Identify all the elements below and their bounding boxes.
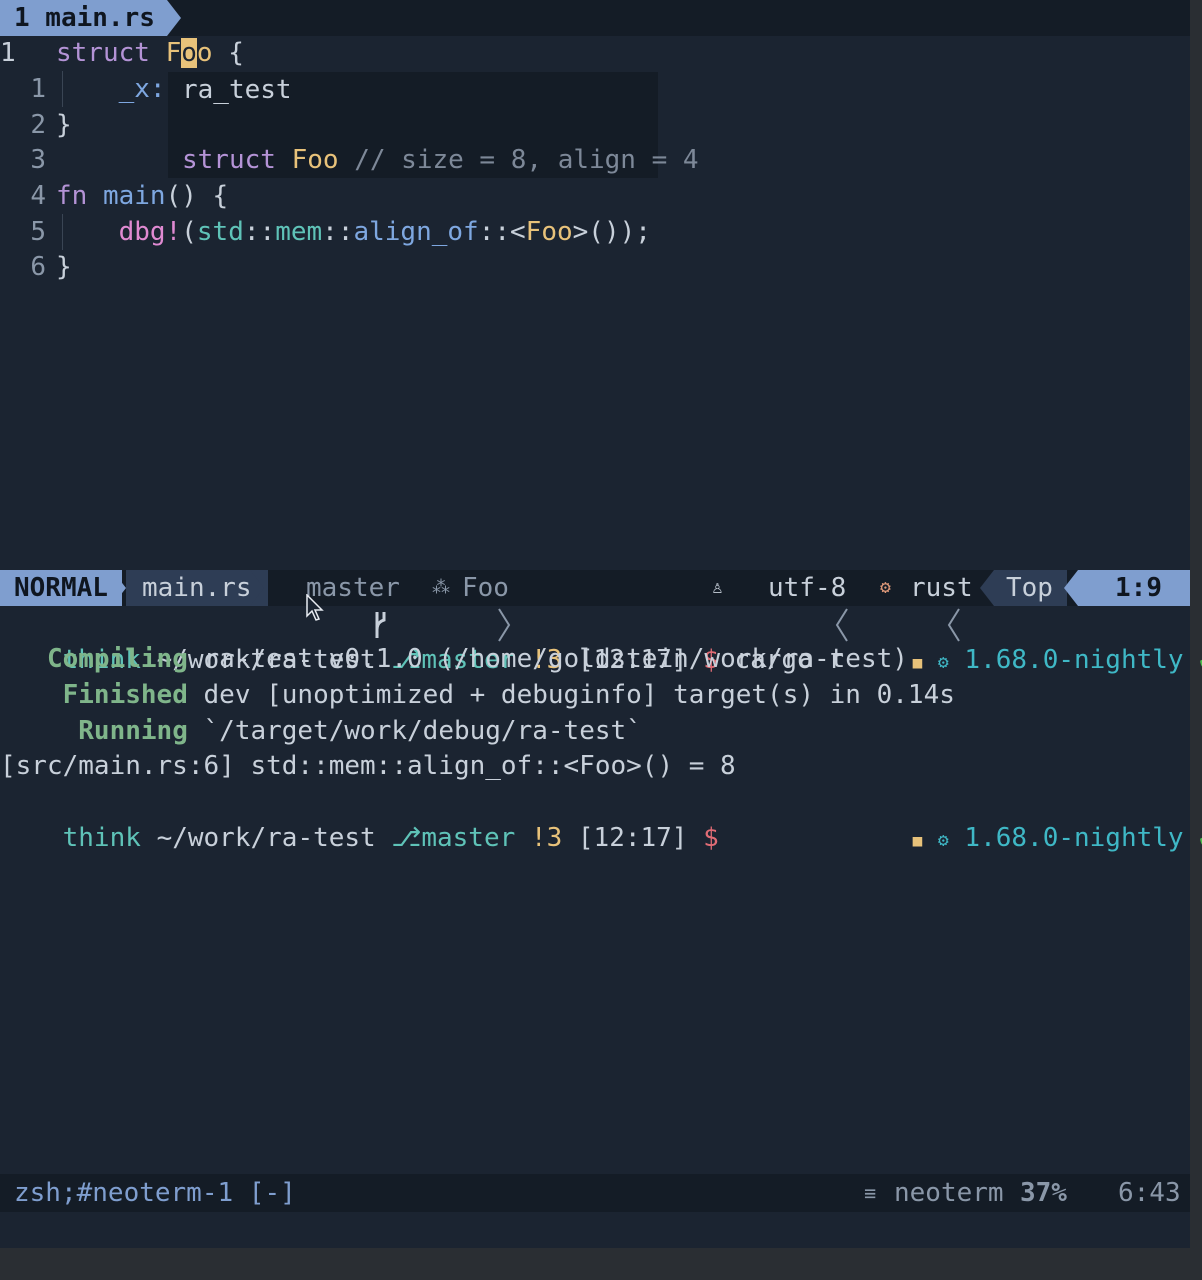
code-token: >()); [572, 217, 651, 247]
code-token: o [181, 38, 197, 68]
terminal-statusline: zsh;#neoterm-1 [-] ≡ neoterm 37% 6:43 [0, 1174, 1190, 1212]
code-token: :: [322, 217, 354, 247]
code-line[interactable]: 3 [0, 142, 56, 178]
code-token: dbg! [118, 217, 182, 247]
popup-sig-keyword: struct [182, 145, 276, 175]
prompt-host: think [62, 823, 141, 853]
line-number: 1 [30, 74, 46, 104]
toolchain-version: 1.68.0-nightly [964, 645, 1184, 675]
mode-separator [112, 570, 126, 606]
statusline-position-label: Top [994, 570, 1067, 606]
toolchain-version: 1.68.0-nightly [964, 823, 1184, 853]
prompt-path: ~/work/ra-test [156, 823, 376, 853]
output-text: `/target/work/debug/ra-test` [203, 716, 642, 746]
terminal-rprompt-2: ■ ⚙ 1.68.0-nightly ✔ ✲ [850, 784, 1202, 853]
mode-indicator: NORMAL [0, 570, 122, 606]
code-line[interactable]: 1 _x: [0, 71, 181, 107]
terminal-output-compiling: Compiling ra-test v0.1.0 (/home/goldstei… [0, 641, 908, 677]
line-number: 5 [30, 217, 46, 247]
indent-guide [62, 71, 63, 107]
code-token: ::< [478, 217, 526, 247]
line-number: 2 [30, 110, 46, 140]
file-separator [250, 570, 264, 606]
statusline: NORMAL main.rs master ⁂ Foo ♙ utf-8 ⚙ ru… [0, 570, 1190, 642]
output-label: Running [78, 716, 188, 746]
code-token: struct [56, 38, 166, 68]
line-number: 3 [30, 145, 46, 175]
symbol-tree-icon: ⁂ [432, 577, 450, 598]
code-token: } [56, 110, 72, 140]
list-icon: ≡ [864, 1181, 877, 1205]
rust-icon: ⚙ [937, 830, 949, 851]
code-line[interactable]: 2} [0, 107, 72, 143]
code-token: fn [56, 181, 103, 211]
code-line[interactable]: 4 fn main() { [0, 178, 228, 214]
popup-signature: struct Foo // size = 8, align = 4 [182, 142, 699, 178]
scroll-percent: 37% [1020, 1178, 1067, 1208]
code-token: } [56, 252, 72, 282]
code-token: o [196, 38, 213, 68]
line-number: 6 [30, 252, 46, 282]
code-token: F [165, 38, 182, 68]
linux-icon: ♙ [712, 577, 723, 598]
tabline: 1 main.rs [0, 0, 1190, 36]
terminal-cursor-pos: 6:43 [1118, 1178, 1181, 1208]
code-line[interactable]: 1 struct Foo { [0, 35, 244, 71]
terminal-name: zsh;#neoterm-1 [-] [14, 1178, 296, 1208]
cursor-pos-text: 1:9 [1115, 573, 1162, 603]
folder-icon: ■ [912, 653, 923, 672]
indent-guide [62, 214, 63, 250]
tab-main-rs[interactable]: 1 main.rs [0, 0, 181, 36]
terminal-prompt-2[interactable]: think ~/work/ra-test ⎇master !3 [12:17] … [0, 784, 719, 853]
code-token: _x: [56, 74, 182, 104]
code-line[interactable]: 5 dbg!(std::mem::align_of::<Foo>()); [0, 214, 651, 250]
output-text: ra-test v0.1.0 (/home/goldstein/work/ra-… [203, 644, 908, 674]
popup-sig-comment: // size = 8, align = 4 [354, 145, 699, 175]
position-separator [980, 570, 994, 606]
dbg-line-text: [src/main.rs:6] std::mem::align_of::<Foo… [0, 751, 736, 781]
statusline-filename: main.rs [126, 570, 268, 606]
code-token: mem [275, 217, 323, 247]
code-token: main [102, 181, 166, 211]
code-token: { [212, 38, 244, 68]
terminal-rprompt-1: ■ ⚙ 1.68.0-nightly ✔ ✲ [850, 606, 1202, 675]
plugin-name: neoterm [894, 1178, 1004, 1208]
output-text: dev [unoptimized + debuginfo] target(s) … [203, 680, 955, 710]
code-token: std [196, 217, 244, 247]
terminal-output-finished: Finished dev [unoptimized + debuginfo] t… [0, 677, 955, 713]
hover-popup: ra_test struct Foo // size = 8, align = … [168, 72, 699, 178]
statusline-cursor-pos: 1:9 [1078, 570, 1190, 606]
terminal-dbg-output: [src/main.rs:6] std::mem::align_of::<Foo… [0, 748, 736, 784]
output-label: Compiling [46, 644, 188, 674]
line-number: 4 [30, 181, 46, 211]
prompt-dollar: $ [703, 823, 719, 853]
prompt-time: [12:17] [577, 823, 688, 853]
code-line[interactable]: 6} [0, 249, 72, 285]
terminal-output-running: Running `/target/work/debug/ra-test` [0, 713, 642, 749]
cursor-separator [1064, 570, 1078, 606]
code-token: () { [165, 181, 229, 211]
popup-sig-name: Foo [291, 145, 339, 175]
rust-icon: ⚙ [937, 652, 949, 673]
folder-icon: ■ [912, 831, 923, 850]
statusline-encoding: utf-8 [768, 573, 847, 603]
prompt-git-status: !3 [530, 823, 563, 853]
code-token: align_of [353, 217, 479, 247]
code-token: ( [181, 217, 197, 247]
rust-icon: ⚙ [880, 577, 891, 598]
git-branch-icon: ⎇ [391, 823, 422, 853]
editor-screen: 1 main.rs 1 struct Foo {1 _x: 2} 3 4 fn main… [0, 0, 1202, 1248]
code-token: :: [243, 217, 276, 247]
line-number: 1 [0, 38, 16, 68]
statusline-filetype: rust [910, 573, 973, 603]
statusline-symbol: Foo [462, 573, 509, 603]
terminal-prompt-1: think ~/work/ra-test ⎇master !3 [12:17] … [0, 606, 844, 675]
popup-crate: ra_test [182, 75, 292, 105]
code-token: Foo [525, 217, 573, 247]
output-label: Finished [62, 680, 188, 710]
prompt-branch: master [421, 823, 516, 853]
